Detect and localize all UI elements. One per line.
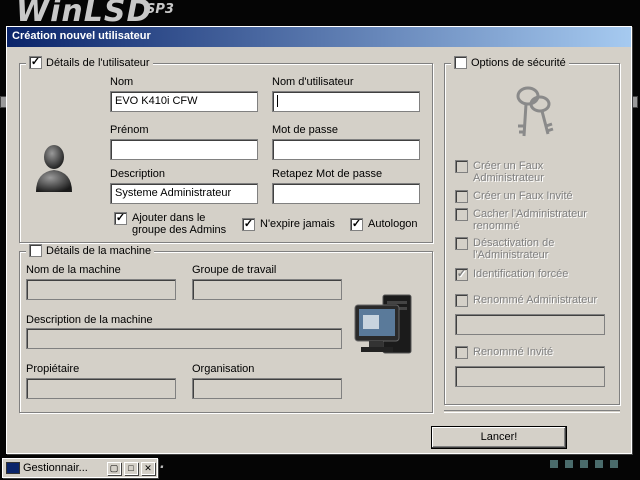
taskbar-item[interactable]: Gestionnair... ▢ □ ✕ [2, 458, 158, 478]
close-icon[interactable]: ✕ [141, 461, 155, 475]
password-label: Mot de passe [272, 124, 339, 136]
user-details-legend[interactable]: ✓ Détails de l'utilisateur [26, 56, 153, 69]
fake-admin-checkbox[interactable] [455, 160, 468, 173]
machine-description-label: Description de la machine [26, 314, 153, 326]
launch-button[interactable]: Lancer! [431, 426, 567, 449]
owner-input[interactable] [26, 378, 176, 399]
never-expire-label: N'expire jamais [260, 218, 335, 230]
maximize-icon[interactable]: □ [124, 461, 138, 475]
fake-guest-option[interactable]: Créer un Faux Invité [455, 190, 573, 203]
prenom-label: Prénom [110, 124, 149, 136]
taskbar-item-label: Gestionnair... [23, 462, 88, 474]
rename-guest-option[interactable]: Renommé Invité [455, 346, 553, 359]
security-options-legend[interactable]: Options de sécurité [451, 56, 569, 69]
autologon-check[interactable]: ✓ [350, 218, 363, 231]
organisation-label: Organisation [192, 363, 255, 375]
retype-password-input[interactable] [272, 183, 420, 204]
disable-admin-label: Désactivation de l'Administrateur [473, 237, 555, 261]
workgroup-input[interactable] [192, 279, 342, 300]
rename-guest-label: Renommé Invité [473, 346, 554, 358]
winlsd-logo-sup: SP3 [146, 2, 174, 17]
fake-guest-label: Créer un Faux Invité [473, 190, 573, 202]
disable-admin-option[interactable]: Désactivation de l'Administrateur [455, 237, 554, 261]
forced-login-checkbox[interactable]: ✓ [455, 268, 468, 281]
username-input[interactable] [272, 91, 420, 112]
fake-admin-option[interactable]: Créer un Faux Administrateur [455, 160, 544, 184]
prenom-input[interactable] [110, 139, 258, 160]
machine-details-legend[interactable]: Détails de la machine [26, 244, 155, 257]
user-details-label: Détails de l'utilisateur [46, 56, 150, 69]
owner-label: Propiétaire [26, 363, 80, 375]
computer-icon [354, 294, 412, 354]
username-label: Nom d'utilisateur [272, 76, 354, 88]
rename-admin-label: Renommé Administrateur [473, 294, 598, 306]
never-expire-check[interactable]: ✓ [242, 218, 255, 231]
password-input[interactable] [272, 139, 420, 160]
text-caret [277, 95, 278, 108]
window-icon [6, 462, 20, 474]
description-label: Description [110, 168, 166, 180]
fake-guest-checkbox[interactable] [455, 190, 468, 203]
dialog-title: Création nouvel utilisateur [7, 27, 631, 47]
rename-guest-input[interactable] [455, 366, 605, 387]
description-input[interactable]: Systeme Administrateur [110, 183, 258, 204]
organisation-input[interactable] [192, 378, 342, 399]
never-expire-checkbox[interactable]: ✓ N'expire jamais [242, 218, 335, 231]
workgroup-label: Groupe de travail [192, 264, 277, 276]
machine-name-input[interactable] [26, 279, 176, 300]
rename-guest-checkbox[interactable] [455, 346, 468, 359]
machine-description-input[interactable] [26, 328, 342, 349]
disable-admin-checkbox[interactable] [455, 237, 468, 250]
machine-details-label: Détails de la machine [46, 244, 152, 257]
autologon-checkbox[interactable]: ✓ Autologon [350, 218, 418, 231]
machine-details-checkbox[interactable] [29, 244, 42, 257]
create-user-dialog: Création nouvel utilisateur ✓ Détails de… [6, 26, 632, 454]
forced-login-option[interactable]: ✓ Identification forcée [455, 268, 568, 281]
autologon-label: Autologon [368, 218, 418, 230]
security-options-label: Options de sécurité [471, 56, 566, 69]
hide-admin-label: Cacher l'Administrateur renommé [473, 208, 587, 232]
restore-icon[interactable]: ▢ [107, 461, 121, 475]
security-options-checkbox[interactable] [454, 56, 467, 69]
admin-group-label: Ajouter dans le groupe des Admins [132, 212, 227, 236]
hide-admin-option[interactable]: Cacher l'Administrateur renommé [455, 208, 587, 232]
rename-admin-option[interactable]: Renommé Administrateur [455, 294, 597, 307]
machine-name-label: Nom de la machine [26, 264, 121, 276]
fake-admin-label: Créer un Faux Administrateur [473, 160, 544, 184]
retype-password-label: Retapez Mot de passe [272, 168, 383, 180]
admin-group-check[interactable]: ✓ [114, 212, 127, 225]
nom-input[interactable]: EVO K410i CFW [110, 91, 258, 112]
admin-group-checkbox[interactable]: ✓ Ajouter dans le groupe des Admins [114, 212, 226, 236]
rename-admin-checkbox[interactable] [455, 294, 468, 307]
user-details-group: ✓ Détails de l'utilisateur Nom EVO K410i… [19, 56, 433, 243]
winlsd-logo: WinLSD [16, 0, 153, 29]
hide-admin-checkbox[interactable] [455, 208, 468, 221]
user-icon [36, 145, 72, 192]
keys-icon [516, 86, 554, 137]
security-options-group: Options de sécurité Créer un Faux Adminis… [444, 56, 620, 405]
background-dots [550, 460, 618, 468]
separator [444, 410, 620, 413]
rename-admin-input[interactable] [455, 314, 605, 335]
user-details-checkbox[interactable]: ✓ [29, 56, 42, 69]
nom-label: Nom [110, 76, 134, 88]
forced-login-label: Identification forcée [473, 268, 569, 280]
